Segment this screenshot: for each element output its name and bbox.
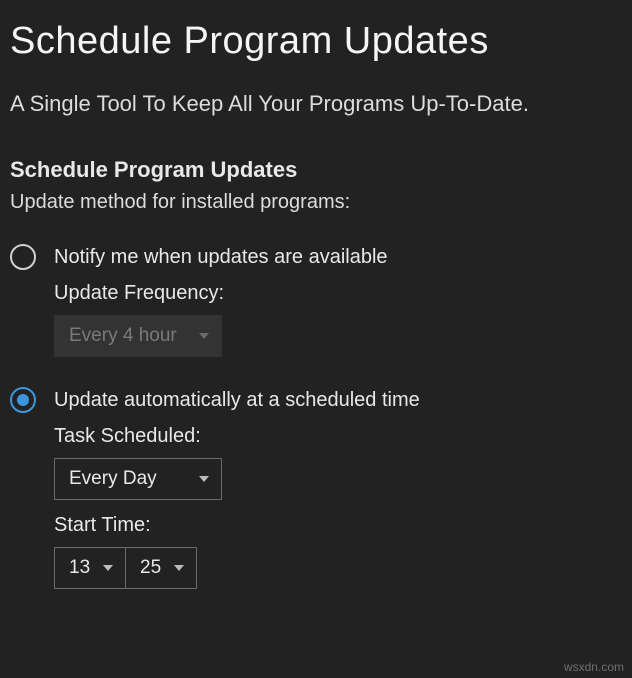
frequency-label: Update Frequency: (54, 282, 622, 305)
task-scheduled-select[interactable]: Every Day (54, 458, 222, 500)
chevron-down-icon (103, 565, 113, 571)
radio-icon (10, 244, 36, 270)
start-time-label: Start Time: (54, 514, 622, 537)
radio-label-notify: Notify me when updates are available (54, 246, 388, 269)
method-label: Update method for installed programs: (10, 191, 622, 214)
start-hour-value: 13 (69, 557, 90, 579)
start-minute-value: 25 (140, 557, 161, 579)
frequency-select: Every 4 hour (54, 315, 222, 357)
start-hour-select[interactable]: 13 (54, 547, 126, 589)
section-heading: Schedule Program Updates (10, 157, 622, 183)
page-subtitle: A Single Tool To Keep All Your Programs … (10, 91, 622, 117)
radio-icon (10, 387, 36, 413)
page-title: Schedule Program Updates (10, 20, 622, 63)
task-scheduled-value: Every Day (69, 468, 157, 490)
radio-option-notify[interactable]: Notify me when updates are available (10, 244, 622, 270)
task-scheduled-label: Task Scheduled: (54, 425, 622, 448)
start-minute-select[interactable]: 25 (125, 547, 197, 589)
radio-option-scheduled[interactable]: Update automatically at a scheduled time (10, 387, 622, 413)
frequency-value: Every 4 hour (69, 325, 177, 347)
chevron-down-icon (199, 333, 209, 339)
radio-label-scheduled: Update automatically at a scheduled time (54, 389, 420, 412)
watermark: wsxdn.com (564, 660, 624, 674)
chevron-down-icon (199, 476, 209, 482)
chevron-down-icon (174, 565, 184, 571)
